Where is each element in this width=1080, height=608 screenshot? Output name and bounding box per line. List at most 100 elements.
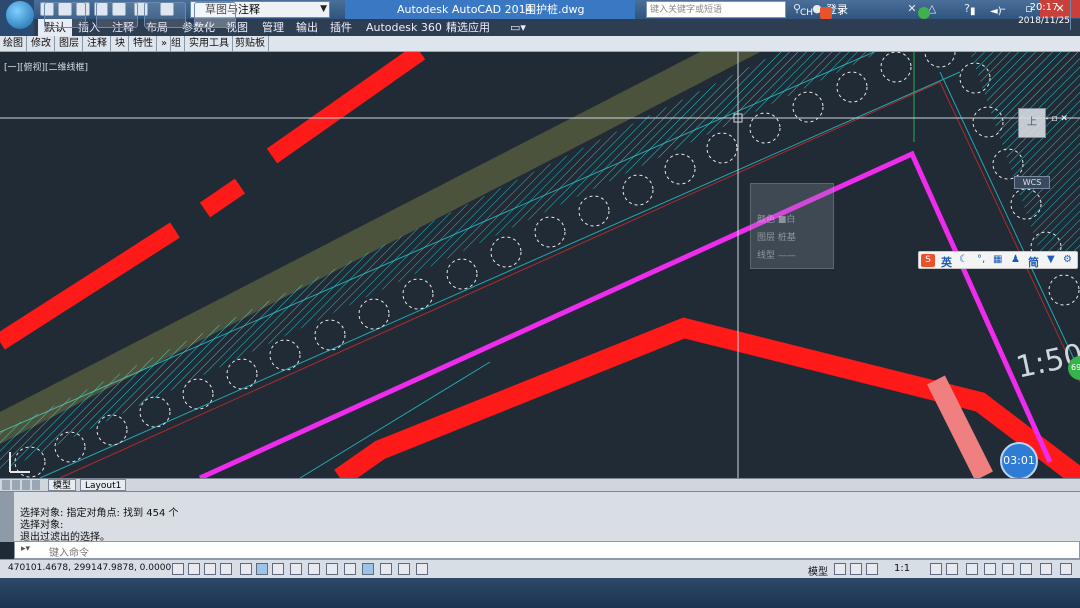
polar-toggle[interactable] [240, 563, 252, 575]
ime-logo-icon[interactable]: S [921, 254, 935, 267]
tab-layout1[interactable]: Layout1 [80, 479, 127, 491]
infer-constraints-toggle[interactable] [172, 563, 184, 575]
tab-autodesk-360[interactable]: Autodesk 360 [366, 19, 442, 36]
lineweight-toggle[interactable] [344, 563, 356, 575]
panel-layers[interactable]: 图层 [56, 36, 83, 52]
tab-featured-apps[interactable]: 精选应用 [446, 19, 490, 36]
ribbon-options-icon[interactable]: ▭▾ [510, 19, 526, 36]
rollover-tooltip: 颜色 ■白 图层 桩基 线型 —— [750, 183, 834, 269]
annotation-monitor-toggle[interactable] [416, 563, 428, 575]
file-name: 围护桩.dwg [525, 3, 585, 16]
osnap-toggle[interactable] [256, 563, 268, 575]
panel-block[interactable]: 块 [112, 36, 129, 52]
ime-toolbar[interactable]: S 英 ☾ °, ▦ ♟ 简 ▼ ⚙ [918, 251, 1078, 269]
hardware-acceleration-icon[interactable] [1002, 563, 1014, 575]
tray-security-icon[interactable] [918, 7, 930, 19]
selection-cycling-toggle[interactable] [398, 563, 410, 575]
user-icon[interactable]: ♟ [1011, 254, 1020, 265]
annotation-visibility-icon[interactable] [930, 563, 942, 575]
quick-view-drawings-icon[interactable] [850, 563, 862, 575]
tab-output[interactable]: 输出 [296, 19, 318, 36]
panel-annotation[interactable]: 注释 [84, 36, 111, 52]
annotation-scale[interactable]: 1:1 [894, 563, 910, 574]
viewport-label[interactable]: [一][俯视][二维线框] [4, 60, 88, 73]
quick-properties-toggle[interactable] [380, 563, 392, 575]
pan-icon[interactable] [866, 563, 878, 575]
prev-layout-icon[interactable] [12, 480, 20, 490]
snap-toggle[interactable] [188, 563, 200, 575]
ortho-toggle[interactable] [220, 563, 232, 575]
window-title: Autodesk AutoCAD 2014 围护桩.dwg [345, 0, 635, 19]
start-button[interactable] [6, 1, 34, 29]
viewport-controls[interactable]: – ▫ ✕ [1044, 114, 1068, 124]
layout-tab-bar: 模型 Layout1 [0, 478, 1080, 491]
ime-script-toggle[interactable]: 简 [1028, 254, 1039, 270]
command-line-handle[interactable] [0, 492, 14, 542]
tray-ime-icon[interactable] [820, 7, 832, 19]
isolate-objects-icon[interactable] [1020, 563, 1032, 575]
wcs-menu[interactable]: WCS [1014, 176, 1050, 189]
dyn-toggle[interactable] [326, 563, 338, 575]
boundary-line [59, 81, 941, 478]
show-desktop-button[interactable] [1070, 0, 1080, 30]
command-input[interactable]: 键入命令 [49, 544, 89, 559]
command-input-row[interactable]: ▸▾ 键入命令 [14, 541, 1080, 559]
panel-utilities[interactable]: 实用工具 [186, 36, 233, 52]
tray-language[interactable]: CH [800, 8, 813, 18]
auto-scale-icon[interactable] [946, 563, 958, 575]
skin-icon[interactable]: ▼ [1047, 254, 1055, 265]
tray-help-icon[interactable]: ? [838, 7, 850, 19]
ducs-toggle[interactable] [308, 563, 320, 575]
clock-date[interactable]: 2018/11/25 [1016, 16, 1072, 26]
viewcube[interactable]: 上 [1018, 108, 1046, 138]
last-layout-icon[interactable] [32, 480, 40, 490]
clock-time[interactable]: 20:17 [1024, 2, 1064, 13]
punctuation-icon[interactable]: °, [977, 254, 985, 265]
lightbulb-icon[interactable] [1040, 563, 1052, 575]
red-centerline [266, 52, 426, 164]
taskbar-app-explorer[interactable] [144, 2, 186, 28]
red-centerline [199, 178, 246, 218]
tab-manage[interactable]: 管理 [262, 19, 284, 36]
tooltip-line: 图层 桩基 [757, 233, 796, 243]
windows-taskbar [0, 578, 1080, 608]
panel-groups[interactable]: 组 [168, 36, 185, 52]
timer-badge[interactable]: 03:01 [1000, 442, 1038, 480]
panel-draw[interactable]: 绘图 [0, 36, 27, 52]
next-layout-icon[interactable] [22, 480, 30, 490]
command-prompt-icon[interactable]: ▸▾ [21, 544, 30, 554]
app-title: Autodesk AutoCAD 2014 [397, 3, 533, 16]
lock-icon[interactable] [984, 563, 996, 575]
otrack-toggle[interactable] [290, 563, 302, 575]
construction-line [39, 71, 961, 478]
taskbar-app-autocad[interactable] [194, 2, 236, 28]
transparency-toggle[interactable] [362, 563, 374, 575]
tab-plugins[interactable]: 插件 [330, 19, 352, 36]
workspace-switch-icon[interactable] [966, 563, 978, 575]
panel-clipboard[interactable]: 剪贴板 [232, 36, 269, 52]
clean-screen-icon[interactable] [1060, 563, 1072, 575]
exchange-icon[interactable]: ✕ [905, 2, 919, 16]
ime-mode-toggle[interactable]: 英 [941, 254, 952, 270]
gear-icon[interactable]: ⚙ [1063, 254, 1072, 265]
taskbar-app-media[interactable] [44, 2, 86, 28]
volume-icon[interactable]: ◄) [990, 6, 1002, 17]
3d-osnap-toggle[interactable] [272, 563, 284, 575]
moon-icon[interactable]: ☾ [959, 254, 968, 265]
command-history: 选择对象: 指定对角点: 找到 454 个 选择对象: 退出过滤出的选择。 [0, 491, 1080, 543]
tab-model[interactable]: 模型 [48, 479, 77, 491]
quick-view-layouts-icon[interactable] [834, 563, 846, 575]
first-layout-icon[interactable] [2, 480, 10, 490]
panel-modify[interactable]: 修改 [28, 36, 55, 52]
model-space-button[interactable]: 模型 [808, 563, 828, 578]
panel-properties[interactable]: 特性 [130, 36, 157, 52]
status-bar: 470101.4678, 299147.9878, 0.0000 模型 1:1 [0, 559, 1080, 578]
grid-toggle[interactable] [204, 563, 216, 575]
keyboard-icon[interactable]: ▦ [993, 254, 1002, 265]
network-icon[interactable]: ▮ [970, 6, 976, 17]
tooltip-line: 颜色 ■白 [757, 215, 796, 225]
coordinate-readout[interactable]: 470101.4678, 299147.9878, 0.0000 [8, 563, 171, 573]
ribbon-panel-bar: 绘图 修改 图层 注释 块 特性 » 组 实用工具 剪贴板 [0, 36, 1080, 52]
taskbar-app-browser[interactable] [96, 2, 138, 28]
search-input[interactable]: 键入关键字或短语 [646, 1, 786, 18]
